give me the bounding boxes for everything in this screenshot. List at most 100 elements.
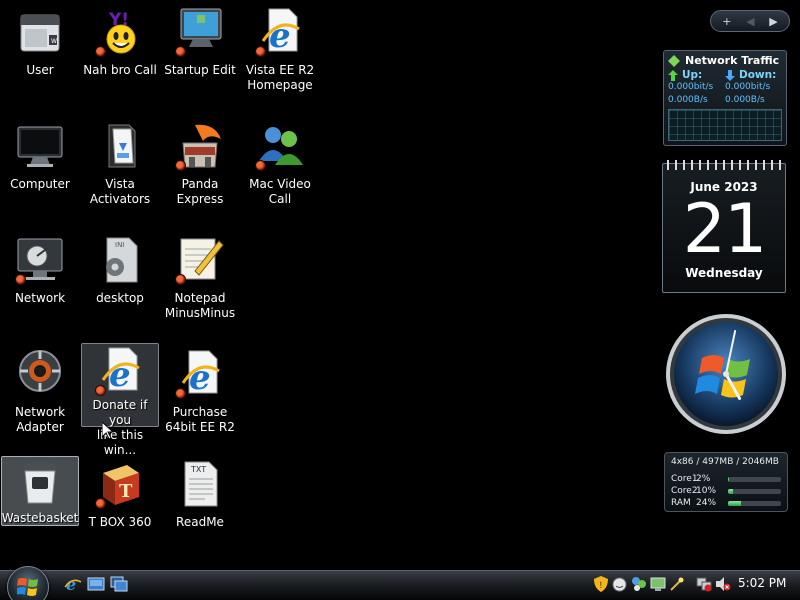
ini-settings-file-icon: INI: [95, 235, 145, 285]
startup-monitor-icon: [175, 7, 225, 57]
desktop-icon-label: Mac Video Call: [249, 177, 311, 206]
desktop-icon-network[interactable]: Network: [1, 232, 79, 344]
network-icon[interactable]: [630, 576, 647, 593]
cpu-meter-header: 4x86 / 497MB / 2046MB: [671, 457, 779, 467]
previous-gadget-page-button[interactable]: ◀: [746, 15, 754, 28]
desktop-icon-label: T BOX 360: [88, 515, 152, 529]
calendar-weekday: Wednesday: [685, 266, 763, 280]
yahoo-messenger-icon: Y!: [95, 7, 145, 57]
shortcut-arrow-icon: [175, 46, 186, 57]
shortcut-arrow-icon: [175, 274, 186, 285]
volume-muted-icon[interactable]: [714, 576, 731, 593]
shortcut-arrow-icon: [175, 160, 186, 171]
desktop-icon-purchase-64bit[interactable]: e Purchase 64bit EE R2: [161, 346, 239, 458]
txt-file-icon: TXT: [175, 459, 225, 509]
desktop-icon-label: Notepad MinusMinus: [164, 291, 236, 320]
desktop-icon-desktop[interactable]: INI desktop: [81, 232, 159, 344]
cpu-meter-row: RAM 24%: [671, 497, 781, 509]
quick-launch-show-desktop[interactable]: [87, 575, 105, 593]
desktop-icon-label: Donate if you like this win...: [92, 398, 148, 457]
desktop-icon-notepad-minusminus[interactable]: Notepad MinusMinus: [161, 232, 239, 344]
desktop-icon-vista-activators[interactable]: Vista Activators: [81, 118, 159, 230]
cpu-meter-gadget[interactable]: 4x86 / 497MB / 2046MB Core1 2% Core2 10%…: [664, 452, 788, 512]
quick-launch-switch-windows[interactable]: [110, 575, 128, 593]
shortcut-arrow-icon: [255, 160, 266, 171]
internet-explorer-document-icon: e: [95, 346, 145, 396]
messenger-icon[interactable]: [611, 576, 628, 593]
desktop-icon-user[interactable]: W User: [1, 4, 79, 116]
start-button[interactable]: [7, 566, 49, 600]
desktop-icon-nah-bro-call[interactable]: Y! Nah bro Call: [81, 4, 159, 116]
add-gadget-button[interactable]: +: [722, 15, 731, 28]
svg-text:e: e: [269, 16, 291, 56]
desktop-icon-tbox-360[interactable]: T T BOX 360: [81, 456, 159, 568]
cpu-meter-bar-fill: [728, 488, 734, 494]
cpu-meter-row-percent: 2%: [696, 474, 711, 484]
cpu-meter-row-name: Core2: [671, 486, 698, 496]
desktop-icon-label: Computer: [10, 177, 70, 191]
next-gadget-page-button[interactable]: ▶: [769, 15, 777, 28]
internet-explorer-icon: e: [64, 575, 82, 594]
desktop-icon-wastebasket[interactable]: Wastebasket: [1, 456, 79, 526]
desktop-icon-startup-edit[interactable]: Startup Edit: [161, 4, 239, 116]
network-adapter-icon: [15, 349, 65, 399]
svg-text:e: e: [189, 358, 211, 398]
shortcut-arrow-icon: [95, 46, 106, 57]
shortcut-arrow-icon: [175, 388, 186, 399]
quick-launch-internet-explorer[interactable]: e: [64, 575, 82, 594]
desktop-icon-vista-ee-homepage[interactable]: e Vista EE R2 Homepage: [241, 4, 319, 116]
network-traffic-graph: [668, 109, 782, 141]
windows-logo-icon: [17, 578, 38, 596]
desktop-icon-label: Network Adapter: [14, 405, 66, 434]
network-globe-icon: [668, 54, 680, 67]
cpu-meter-bar-fill: [728, 476, 730, 482]
desktop-icon-network-adapter[interactable]: Network Adapter: [1, 346, 79, 458]
shortcut-arrow-icon: [255, 46, 266, 57]
svg-text:T: T: [119, 481, 133, 502]
display-icon[interactable]: [649, 576, 666, 593]
recycle-bin-icon: [15, 459, 65, 509]
calendar-day: 21: [682, 190, 768, 269]
desktop-icon-mac-video-call[interactable]: Mac Video Call: [241, 118, 319, 230]
desktop-icon-panda-express[interactable]: Panda Express: [161, 118, 239, 230]
download-arrow-icon: [725, 69, 735, 81]
upload-label: Up:: [682, 69, 703, 81]
desktop-icon-computer[interactable]: Computer: [1, 118, 79, 230]
taskbar-clock[interactable]: 5:02 PM: [738, 576, 786, 590]
video-call-people-icon: [255, 121, 305, 171]
folder-activators-icon: [95, 121, 145, 171]
desktop-icon-label: Wastebasket: [1, 511, 79, 525]
desktop-icon-label: Startup Edit: [164, 63, 236, 77]
svg-text:INI: INI: [115, 241, 124, 249]
network-traffic-title: Network Traffic: [685, 54, 780, 67]
switch-windows-icon: [110, 576, 128, 592]
svg-text:TXT: TXT: [190, 465, 206, 474]
cpu-meter-row: Core2 10%: [671, 485, 781, 497]
cpu-meter-row-percent: 24%: [696, 498, 717, 508]
upload-bits-value: 0.000bit/s: [668, 82, 714, 92]
desktop-icon-label: Nah bro Call: [83, 63, 157, 77]
desktop-icon-label: Panda Express: [176, 177, 224, 206]
cpu-meter-row-name: Core1: [671, 474, 698, 484]
calendar-gadget[interactable]: June 2023 21 Wednesday: [662, 160, 786, 293]
cpu-meter-bar-fill: [728, 500, 741, 506]
clock-gadget[interactable]: [664, 312, 788, 436]
network-status-icon[interactable]: [695, 576, 712, 593]
mouse-cursor-icon: [102, 422, 114, 440]
system-tray: !: [592, 573, 731, 595]
cpu-meter-bar: [728, 488, 781, 494]
desktop-icon-label: Network: [14, 291, 66, 305]
security-shield-icon[interactable]: !: [592, 576, 609, 593]
gadget-controls: + ◀ ▶: [710, 10, 790, 32]
cpu-meter-row-name: RAM: [671, 498, 691, 508]
upload-bytes-value: 0.000B/s: [668, 95, 708, 105]
calendar-binding-rings: [667, 160, 781, 170]
shortcut-arrow-icon: [95, 385, 106, 396]
desktop-icon-label: Vista EE R2 Homepage: [245, 63, 315, 92]
wand-icon[interactable]: [668, 576, 685, 593]
computer-monitor-icon: [15, 121, 65, 171]
desktop-icon-readme[interactable]: TXT ReadMe: [161, 456, 239, 568]
desktop-icon-label: desktop: [96, 291, 144, 305]
desktop-icon-donate[interactable]: e Donate if you like this win...: [81, 343, 159, 457]
network-traffic-gadget[interactable]: Network Traffic Up: 0.000bit/s 0.000B/s …: [663, 50, 787, 146]
